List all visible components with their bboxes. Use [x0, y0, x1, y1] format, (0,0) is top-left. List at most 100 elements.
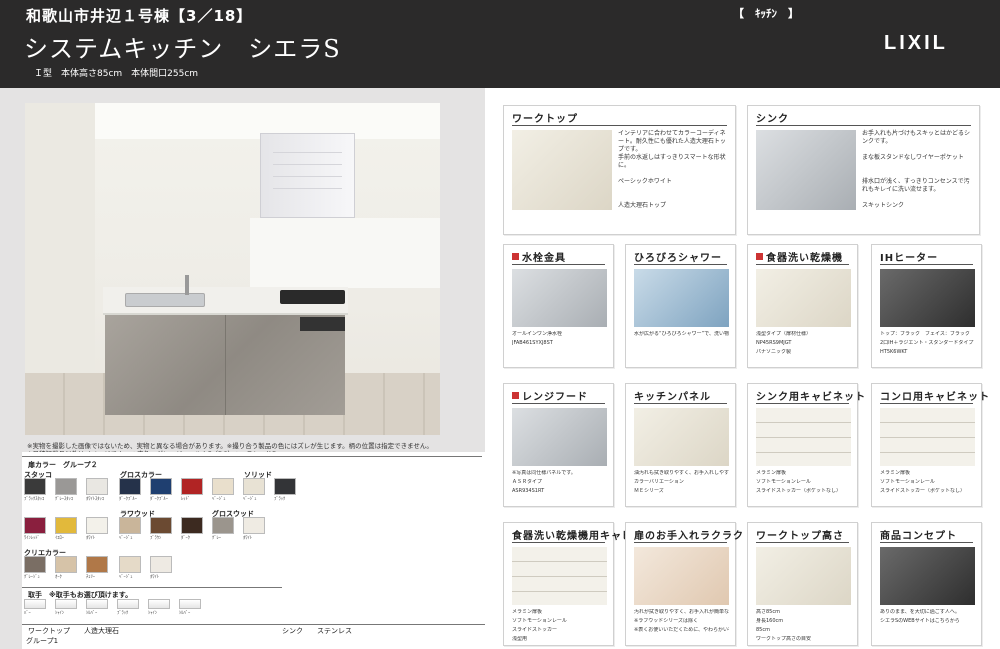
lixil-logo: LIXIL	[884, 32, 948, 54]
card-divider	[512, 125, 727, 126]
card-title: ワークトップ	[512, 114, 578, 125]
color-swatch[interactable]	[24, 556, 46, 573]
color-swatch[interactable]	[55, 517, 77, 534]
color-swatch[interactable]	[181, 478, 203, 495]
swatch-label: ﾁｪﾘｰ	[86, 575, 95, 580]
divider	[22, 624, 485, 625]
card-text: メラミン扉板	[512, 609, 543, 615]
color-swatch[interactable]	[150, 478, 172, 495]
handle-swatch[interactable]	[117, 599, 139, 609]
sink-label: シンク ステンレス	[282, 626, 352, 636]
swatch-label: ｸﾞﾚｰｼﾞｭ	[24, 575, 40, 580]
color-swatch[interactable]	[150, 517, 172, 534]
color-swatch[interactable]	[274, 478, 296, 495]
header-bar: 和歌山市井辺１号棟【3／18】 【 ｷｯﾁﾝ 】 システムキッチン シエラS Ｉ…	[0, 0, 1000, 88]
card-text: ※ラフウッドシリーズは除く	[634, 618, 698, 624]
feature-card: 扉のお手入れラクラク汚れが拭き取りやすく、お手入れが簡単な扉です。 ※ラフウッドシ…	[625, 522, 743, 646]
feature-card: シンク お手入れも片づけもスキッとはかどるシンクです。 まな板スタンドなしワイヤーポ…	[747, 105, 980, 235]
swatch-label: ﾎﾜｲﾄｽﾀｯｺ	[86, 497, 104, 502]
feature-card: ひろびろシャワー水が広がる“ひろびろシャワー”で、洗い物もスピードアップ。	[625, 244, 736, 368]
group1-label: グループ1	[26, 637, 59, 645]
card-divider	[880, 264, 973, 265]
swatch-label: ﾍﾞｰｼﾞｭ	[119, 575, 133, 580]
card-divider	[756, 125, 971, 126]
color-swatch[interactable]	[119, 556, 141, 573]
card-text: ソフトモーションレール	[512, 618, 567, 624]
card-text: まな板スタンドなしワイヤーポケット	[862, 154, 964, 161]
card-text: ASR934S1RT	[512, 488, 545, 494]
card-text: トップ：ブラック フェイス：ブラック	[880, 331, 970, 337]
sink-value: ステンレス	[317, 627, 352, 635]
swatch-label: ﾀﾞｰｸ	[181, 536, 190, 541]
color-swatch[interactable]	[212, 517, 234, 534]
ih-cooktop	[280, 290, 345, 304]
swatch-label: ﾌﾞﾗｯｸｽﾀｯｺ	[24, 497, 45, 502]
card-text: 油汚れも拭き取りやすく、お手入れしやすい	[634, 470, 729, 476]
swatch-label: ﾍﾞｰｼﾞｭ	[212, 497, 226, 502]
swatch-label: ｵｰｸ	[55, 575, 62, 580]
card-title: レンジフード	[512, 388, 588, 403]
card-text: パナソニック製	[756, 349, 792, 355]
card-text: メラミン扉板	[880, 470, 911, 476]
handle-swatch[interactable]	[55, 599, 77, 609]
card-image	[756, 269, 851, 327]
color-swatch[interactable]	[86, 556, 108, 573]
color-swatch[interactable]	[119, 478, 141, 495]
color-swatch[interactable]	[55, 478, 77, 495]
color-swatch[interactable]	[55, 556, 77, 573]
color-swatch[interactable]	[212, 478, 234, 495]
card-text: ソフトモーションレール	[756, 479, 811, 485]
color-swatch[interactable]	[150, 556, 172, 573]
feature-card: キッチンパネル 油汚れも拭き取りやすく、お手入れしやすい カラーバリエーション ＭＥシ…	[625, 383, 736, 507]
card-image	[880, 547, 975, 605]
color-swatch[interactable]	[243, 478, 265, 495]
swatch-label: ﾚｯﾄﾞ	[181, 497, 190, 502]
color-swatch[interactable]	[243, 517, 265, 534]
handle-swatch[interactable]	[86, 599, 108, 609]
card-divider	[634, 264, 727, 265]
card-text: ありのまま、を大切に過ごす人へ。	[880, 609, 960, 615]
handle-swatch[interactable]	[24, 599, 46, 609]
door-color-heading: 扉カラー グループ２	[28, 461, 98, 469]
card-title: コンロ用キャビネット	[880, 392, 990, 403]
card-divider	[634, 542, 727, 543]
swatch-label: ﾍﾞｰｼﾞｭ	[243, 497, 257, 502]
color-swatch[interactable]	[119, 517, 141, 534]
handle-label: ｼｬｲﾝ	[55, 611, 64, 616]
card-text: 汚れが拭き取りやすく、お手入れが簡単な扉です。	[634, 609, 729, 615]
color-swatch[interactable]	[24, 478, 46, 495]
color-swatch[interactable]	[86, 478, 108, 495]
card-text: スキットシンク	[862, 202, 905, 209]
worktop-label: ワークトップ 人造大理石	[28, 626, 119, 636]
handle-swatch[interactable]	[179, 599, 201, 609]
card-text: 排水口が浅く、すっきりコンセンスで汚れもキレイに洗い流せます。	[862, 178, 970, 193]
card-text: スライドストッカー	[512, 627, 558, 633]
card-text: 2口IH＋ラジエント・スタンダードタイプ	[880, 340, 974, 346]
card-text: インテリアに合わせてカラーコーディネート。耐久性にも優れた人造大理石トップです。	[618, 130, 726, 153]
cabinet-divider	[225, 315, 226, 415]
card-title: 食器洗い乾燥機	[756, 249, 843, 264]
card-text: 水が広がる“ひろびろシャワー”で、洗い物もスピードアップ。	[634, 331, 729, 337]
divider	[22, 456, 482, 457]
handle-label: ｼﾙﾊﾞｰ	[179, 611, 191, 616]
card-divider	[880, 403, 973, 404]
handle-label: ﾊﾞｰ	[24, 611, 31, 616]
card-image	[512, 408, 607, 466]
color-swatch[interactable]	[24, 517, 46, 534]
worktop-title: ワークトップ	[28, 627, 70, 635]
color-swatch[interactable]	[181, 517, 203, 534]
card-title: ワークトップ高さ	[756, 531, 844, 542]
category-label: 【 ｷｯﾁﾝ 】	[733, 7, 799, 20]
feature-card: 食器洗い乾燥機 浅型タイプ（扉材仕様） NP45RS9MJGT パナソニック製	[747, 244, 858, 368]
page-title: 和歌山市井辺１号棟【3／18】	[26, 7, 253, 25]
card-title: 水栓金具	[512, 249, 566, 264]
card-text: スライドストッカー（ポケットなし）	[756, 488, 842, 494]
feature-card: ワークトップインテリアに合わせてカラーコーディネート。耐久性にも優れた人造大理石…	[503, 105, 736, 235]
handle-swatch[interactable]	[148, 599, 170, 609]
card-text: 高さ85cm	[756, 609, 780, 615]
card-image	[634, 269, 729, 327]
card-text: ※表くお使いいただくために、やわらかい布でお拭きください。	[634, 627, 729, 633]
color-swatch[interactable]	[86, 517, 108, 534]
handle-label: ｼｬｲﾝ	[148, 611, 157, 616]
card-image	[756, 408, 851, 466]
